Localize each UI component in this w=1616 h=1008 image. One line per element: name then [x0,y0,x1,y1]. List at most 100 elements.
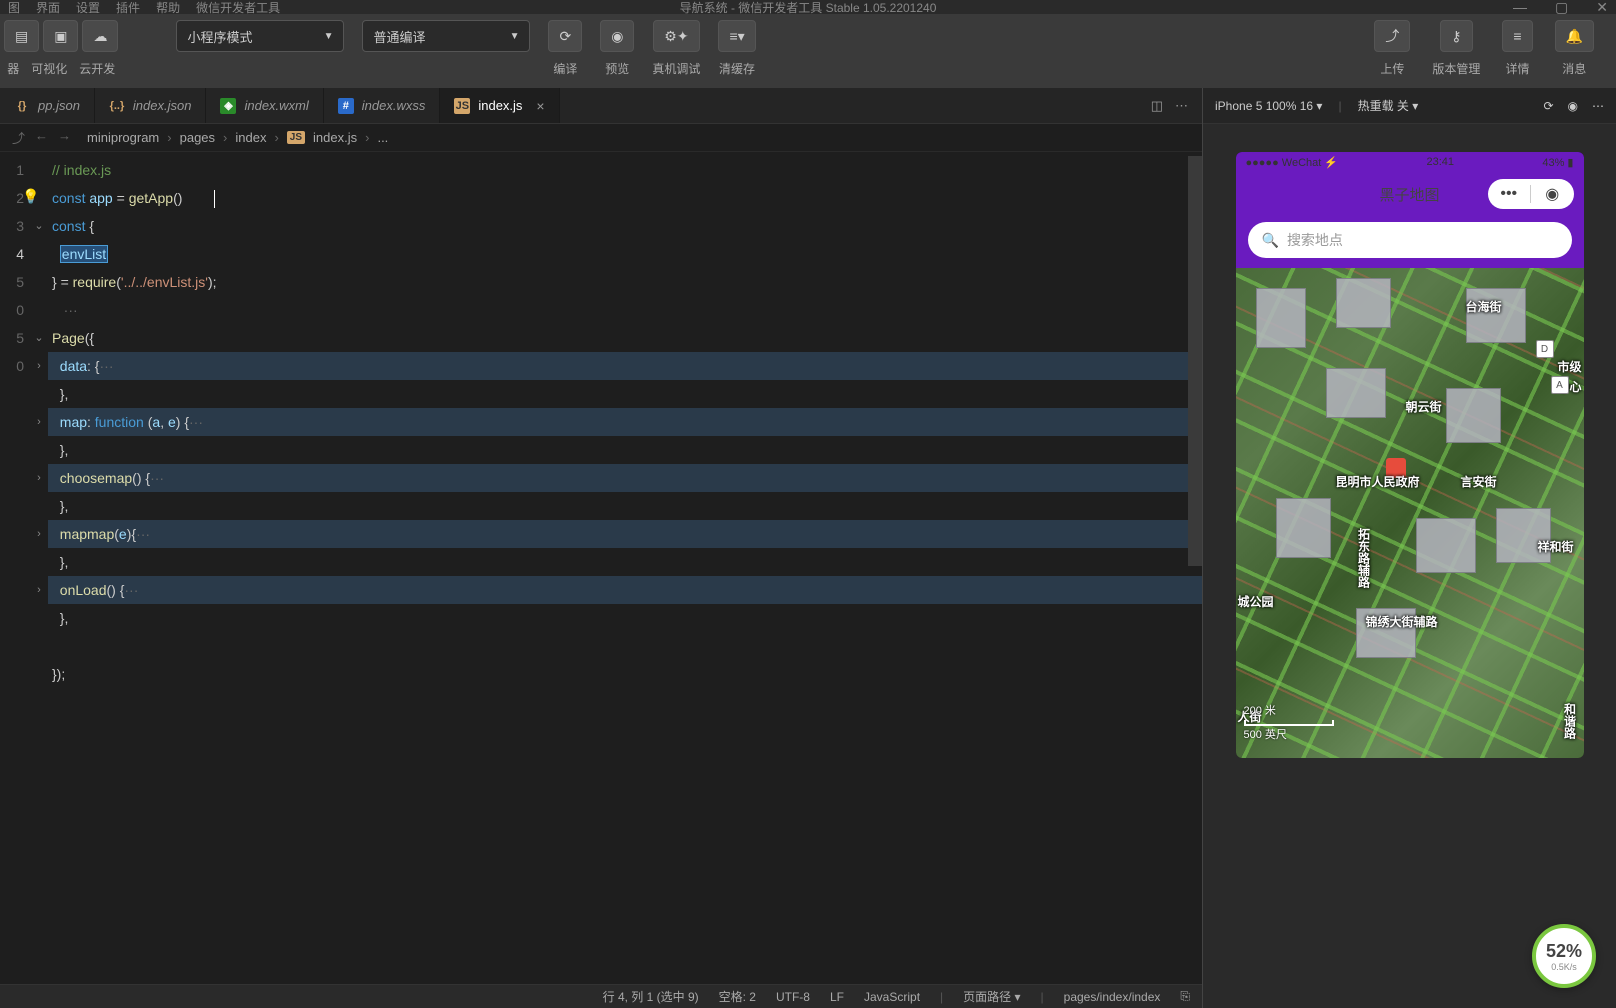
tab-index-wxss[interactable]: # index.wxss [324,88,441,123]
fold-icon[interactable]: › [30,520,48,548]
fold-gutter: ⌄ ⌄ › › › › › [30,152,48,984]
tool-label: 器 [7,60,19,77]
detail-button[interactable]: ≡ [1502,20,1532,52]
menu-bar: 图 界面 设置 插件 帮助 微信开发者工具 [8,0,280,16]
nav-back-icon[interactable]: ← [35,128,48,147]
fold-icon[interactable]: › [30,464,48,492]
map-view[interactable]: 昆明市人民政府 言安街 市级 中心 朝云街 台海街 祥和街 拓东路辅路 锦绣大街… [1236,268,1584,758]
menu-item[interactable]: 插件 [116,0,140,16]
debug-button[interactable]: ⚙✦ [653,20,699,52]
capsule-close-icon[interactable]: ◉ [1531,184,1574,204]
map-label: 昆明市人民政府 [1336,473,1420,490]
fold-icon[interactable]: › [30,408,48,436]
more-icon[interactable]: ⋯ [1592,99,1604,113]
map-label: 台海街 [1466,298,1502,315]
editor-tabs: {} pp.json {..} index.json ◈ index.wxml … [0,88,1202,124]
status-spaces[interactable]: 空格: 2 [719,988,756,1005]
js-icon: JS [454,98,470,114]
status-path[interactable]: pages/index/index [1064,990,1161,1004]
crumb[interactable]: index [235,130,266,145]
breadcrumb: ⤴ ← → miniprogram› pages› index› JS inde… [0,124,1202,152]
tool-label: 可视化 [31,60,67,77]
main-toolbar: ▤ ▣ ☁ 器 可视化 云开发 小程序模式▼ 普通编译▼ ⟳ 编译 ◉ 预览 ⚙… [0,14,1616,88]
panel-btn-1[interactable]: ▤ [4,20,39,52]
chevron-down-icon: ▼ [324,31,334,42]
menu-item[interactable]: 设置 [76,0,100,16]
fold-icon[interactable]: ⌄ [30,324,48,352]
split-editor-icon[interactable]: ◫ [1151,98,1163,114]
tool-label: 清缓存 [719,60,755,77]
phone-statusbar: ●●●●● WeChat ⚡ 23:41 43% ▮ [1236,152,1584,172]
tab-index-wxml[interactable]: ◈ index.wxml [206,88,323,123]
phone-simulator[interactable]: ●●●●● WeChat ⚡ 23:41 43% ▮ 黑子地图 ••• ◉ 🔍 … [1236,152,1584,758]
json-icon: {..} [109,98,125,114]
compile-dropdown[interactable]: 普通编译▼ [362,20,530,52]
phone-navbar: 黑子地图 ••• ◉ [1236,172,1584,216]
capsule-menu-icon[interactable]: ••• [1488,185,1531,203]
menu-item[interactable]: 帮助 [156,0,180,16]
minimize-icon[interactable]: — [1513,0,1527,16]
line-gutter: 12345 050 [0,152,30,984]
device-selector[interactable]: iPhone 5 100% 16 ▾ [1215,99,1322,113]
js-icon: JS [287,131,305,144]
close-icon[interactable]: ✕ [1596,0,1608,16]
crumb[interactable]: index.js [313,130,357,145]
chevron-down-icon: ▼ [510,31,520,42]
mode-dropdown[interactable]: 小程序模式▼ [176,20,344,52]
fold-icon[interactable]: ⌄ [30,212,48,240]
tool-label: 云开发 [79,60,115,77]
status-route[interactable]: 页面路径 ▾ [963,988,1020,1005]
titlebar: 图 界面 设置 插件 帮助 微信开发者工具 导航系统 - 微信开发者工具 Sta… [0,0,1616,14]
scrollbar-vertical[interactable] [1188,152,1202,984]
editor-area: {} pp.json {..} index.json ◈ index.wxml … [0,88,1202,1008]
more-icon[interactable]: ⋯ [1175,98,1188,114]
crumb[interactable]: pages [180,130,215,145]
maximize-icon[interactable]: ▢ [1555,0,1568,16]
hotreload-toggle[interactable]: 热重载 关 ▾ [1358,97,1419,114]
tab-index-js[interactable]: JS index.js × [440,88,559,123]
fold-icon[interactable]: › [30,352,48,380]
version-button[interactable]: ⚷ [1440,20,1472,52]
capsule-button[interactable]: ••• ◉ [1488,179,1574,209]
window-title: 导航系统 - 微信开发者工具 Stable 1.05.2201240 [680,0,937,16]
lightbulb-icon[interactable]: 💡 [22,182,39,210]
status-eol[interactable]: LF [830,990,844,1004]
menu-item[interactable]: 界面 [36,0,60,16]
panel-btn-2[interactable]: ▣ [43,20,78,52]
stop-icon[interactable]: ◉ [1568,99,1578,113]
search-input[interactable]: 🔍 搜索地点 [1248,222,1572,258]
search-icon: 🔍 [1262,232,1279,249]
tool-label: 详情 [1505,60,1529,77]
copy-icon[interactable]: ⎘ [1180,989,1190,1004]
map-label: 和谐路 [1562,703,1579,739]
tool-label: 编译 [553,60,577,77]
close-tab-icon[interactable]: × [536,98,544,114]
status-linecol[interactable]: 行 4, 列 1 (选中 9) [603,988,699,1005]
fold-icon[interactable]: › [30,576,48,604]
upload-button[interactable]: ⤴ [1374,20,1410,52]
tab-app-json[interactable]: {} pp.json [0,88,95,123]
menu-item[interactable]: 图 [8,0,20,16]
map-scale: 200 米 500 英尺 [1244,702,1334,742]
refresh-icon[interactable]: ⟳ [1543,99,1553,113]
preview-button[interactable]: ◉ [600,20,634,52]
compile-button[interactable]: ⟳ [548,20,582,52]
json-icon: {} [14,98,30,114]
nav-up-icon[interactable]: ⤴ [12,128,25,147]
tab-index-json[interactable]: {..} index.json [95,88,207,123]
map-label: 城公园 [1238,593,1274,610]
message-button[interactable]: 🔔 [1555,20,1594,52]
simulator-toolbar: iPhone 5 100% 16 ▾ | 热重载 关 ▾ ⟳ ◉ ⋯ [1203,88,1616,124]
code-content[interactable]: 💡 // index.js const app = getApp() const… [48,152,1202,984]
map-label: 言安街 [1461,473,1497,490]
menu-item[interactable]: 微信开发者工具 [196,0,280,16]
cache-button[interactable]: ≡▾ [718,20,755,52]
status-encoding[interactable]: UTF-8 [776,990,810,1004]
cloud-btn[interactable]: ☁ [82,20,118,52]
code-editor[interactable]: 12345 050 ⌄ ⌄ › › › › › 💡 // index.js co… [0,152,1202,984]
performance-badge[interactable]: 52% 0.5K/s [1532,924,1596,988]
crumb[interactable]: miniprogram [87,130,159,145]
status-lang[interactable]: JavaScript [864,990,920,1004]
wxml-icon: ◈ [220,98,236,114]
nav-fwd-icon[interactable]: → [58,128,71,147]
